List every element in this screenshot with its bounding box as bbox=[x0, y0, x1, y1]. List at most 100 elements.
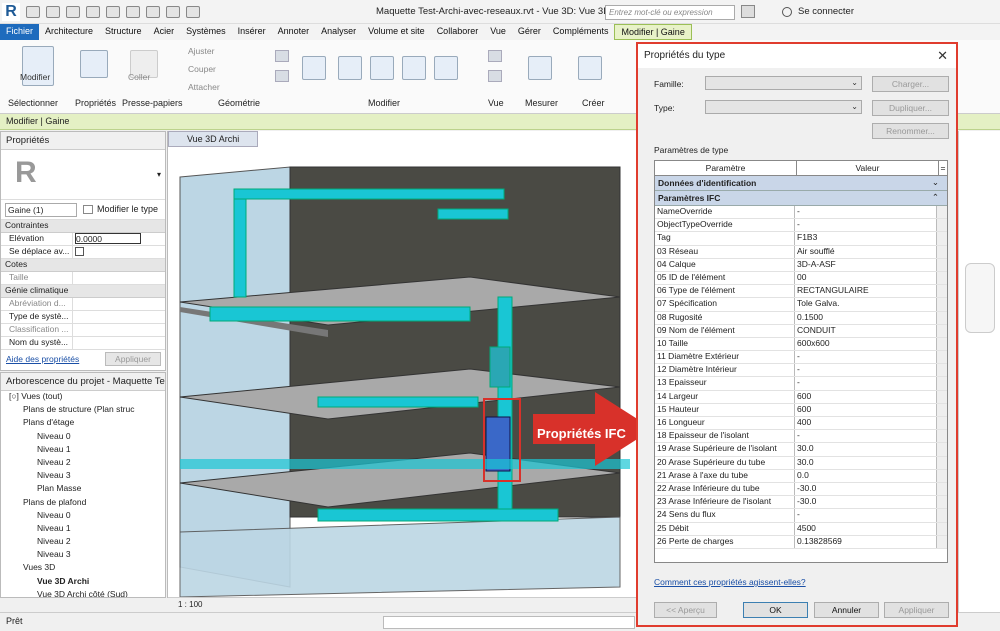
tab-acier[interactable]: Acier bbox=[148, 24, 181, 40]
measure-tool-icon[interactable] bbox=[528, 56, 552, 80]
preview-button[interactable]: << Aperçu bbox=[654, 602, 717, 618]
tree-item[interactable]: Niveau 0 bbox=[1, 431, 165, 444]
tree-item[interactable]: Niveau 1 bbox=[1, 444, 165, 457]
open-icon[interactable] bbox=[26, 5, 40, 18]
param-formula-cell[interactable] bbox=[937, 311, 947, 324]
param-value[interactable]: 400 bbox=[795, 417, 937, 430]
param-formula-cell[interactable] bbox=[937, 390, 947, 403]
param-formula-cell[interactable] bbox=[937, 456, 947, 469]
steering-wheel-icon[interactable] bbox=[965, 263, 995, 333]
tab-collaborer[interactable]: Collaborer bbox=[431, 24, 485, 40]
prop-value[interactable] bbox=[73, 246, 165, 258]
dupliquer-button[interactable]: Dupliquer... bbox=[872, 100, 949, 116]
type-select[interactable]: ⌄ bbox=[705, 100, 862, 114]
prop-row[interactable]: Classification ... bbox=[1, 324, 165, 337]
create-group-icon[interactable] bbox=[578, 56, 602, 80]
param-formula-cell[interactable] bbox=[937, 298, 947, 311]
table-row[interactable]: 14 Largeur 600 bbox=[655, 390, 947, 404]
table-row[interactable]: 08 Rugosité 0.1500 bbox=[655, 311, 947, 325]
param-value[interactable]: 30.0 bbox=[795, 456, 937, 469]
table-row[interactable]: 26 Perte de charges 0.13828569 bbox=[655, 535, 947, 549]
view-tab[interactable]: Vue 3D Archi bbox=[168, 131, 258, 147]
tree-item[interactable]: Niveau 3 bbox=[1, 549, 165, 562]
modify-type-button[interactable]: Modifier le type bbox=[97, 204, 158, 214]
param-formula-cell[interactable] bbox=[937, 324, 947, 337]
tree-item[interactable]: Plans de plafond bbox=[1, 497, 165, 510]
prop-row[interactable]: Se déplace av... bbox=[1, 246, 165, 259]
tab-inserer[interactable]: Insérer bbox=[232, 24, 272, 40]
table-row[interactable]: 18 Epaisseur de l'isolant - bbox=[655, 430, 947, 444]
param-value[interactable]: Air soufflé bbox=[795, 245, 937, 258]
text-icon[interactable] bbox=[166, 5, 180, 18]
hide-icon[interactable] bbox=[488, 50, 502, 62]
tab-complements[interactable]: Compléments bbox=[547, 24, 615, 40]
tab-fichier[interactable]: Fichier bbox=[0, 24, 40, 40]
prop-group-cotes[interactable]: Cotes bbox=[1, 259, 165, 272]
param-formula-cell[interactable] bbox=[937, 509, 947, 522]
table-row[interactable]: Tag F1B3 bbox=[655, 232, 947, 246]
tree-item[interactable]: Plan Masse bbox=[1, 483, 165, 496]
table-row[interactable]: ObjectTypeOverride - bbox=[655, 219, 947, 233]
table-row[interactable]: 15 Hauteur 600 bbox=[655, 403, 947, 417]
param-formula-cell[interactable] bbox=[937, 496, 947, 509]
group-ifc[interactable]: Paramètres IFC ⌃ bbox=[655, 191, 947, 206]
param-value[interactable]: F1B3 bbox=[795, 232, 937, 245]
group-identification[interactable]: Données d'identification ⌄ bbox=[655, 176, 947, 191]
tab-volume-site[interactable]: Volume et site bbox=[362, 24, 431, 40]
param-value[interactable]: RECTANGULAIRE bbox=[795, 285, 937, 298]
prop-row[interactable]: Nom du systè... bbox=[1, 337, 165, 350]
param-formula-cell[interactable] bbox=[937, 377, 947, 390]
tree-item[interactable]: Plans de structure (Plan struc bbox=[1, 404, 165, 417]
join-geometry-icon[interactable] bbox=[275, 70, 289, 82]
param-formula-cell[interactable] bbox=[937, 403, 947, 416]
param-formula-cell[interactable] bbox=[937, 232, 947, 245]
param-value[interactable]: 0.13828569 bbox=[795, 535, 937, 548]
param-value[interactable]: -30.0 bbox=[795, 496, 937, 509]
table-row[interactable]: 23 Arase Inférieure de l'isolant -30.0 bbox=[655, 496, 947, 510]
prop-group-contraintes[interactable]: Contraintes bbox=[1, 220, 165, 233]
param-value[interactable]: - bbox=[795, 377, 937, 390]
properties-icon[interactable] bbox=[80, 50, 108, 78]
param-value[interactable]: -30.0 bbox=[795, 482, 937, 496]
param-formula-cell[interactable] bbox=[937, 258, 947, 271]
table-row[interactable]: 19 Arase Supérieure de l'isolant 30.0 bbox=[655, 443, 947, 457]
tab-gerer[interactable]: Gérer bbox=[512, 24, 547, 40]
ajuster-button[interactable]: Ajuster bbox=[188, 46, 214, 56]
tree-item[interactable]: Niveau 0 bbox=[1, 510, 165, 523]
apply-button[interactable]: Appliquer bbox=[884, 602, 949, 618]
redo-icon[interactable] bbox=[106, 5, 120, 18]
table-row[interactable]: NameOverride - bbox=[655, 206, 947, 220]
param-value[interactable]: - bbox=[795, 364, 937, 377]
param-value[interactable]: CONDUIT bbox=[795, 324, 937, 337]
prop-group-genie-climatique[interactable]: Génie climatique bbox=[1, 285, 165, 298]
view-3d-canvas[interactable]: Vue 3D Archi 1 : 100 bbox=[167, 131, 638, 611]
param-formula-cell[interactable] bbox=[937, 206, 947, 219]
param-value[interactable]: 0.1500 bbox=[795, 311, 937, 324]
prop-row[interactable]: Elévation 0.0000 bbox=[1, 233, 165, 246]
view-scale[interactable]: 1 : 100 bbox=[178, 600, 202, 609]
view-3d-icon[interactable] bbox=[186, 5, 200, 18]
type-dropdown-arrow-icon[interactable]: ▾ bbox=[157, 170, 161, 179]
param-formula-cell[interactable] bbox=[937, 285, 947, 298]
param-value[interactable]: - bbox=[795, 351, 937, 364]
properties-apply-button[interactable]: Appliquer bbox=[105, 352, 161, 366]
building-3d-model[interactable] bbox=[168, 147, 638, 597]
array-icon[interactable] bbox=[434, 56, 458, 80]
param-value[interactable]: 3D-A-ASF bbox=[795, 258, 937, 271]
tree-item[interactable]: Plans d'étage bbox=[1, 417, 165, 430]
sign-in-button[interactable]: Se connecter bbox=[798, 6, 854, 17]
save-icon[interactable] bbox=[46, 5, 60, 18]
param-formula-cell[interactable] bbox=[937, 482, 947, 496]
cancel-button[interactable]: Annuler bbox=[814, 602, 879, 618]
prop-value[interactable]: 0.0000 bbox=[73, 233, 165, 245]
binoculars-icon[interactable] bbox=[741, 5, 755, 18]
couper-button[interactable]: Couper bbox=[188, 64, 216, 74]
famille-select[interactable]: ⌄ bbox=[705, 76, 862, 90]
table-row[interactable]: 06 Type de l'élément RECTANGULAIRE bbox=[655, 285, 947, 299]
param-value[interactable]: Tole Galva. bbox=[795, 298, 937, 311]
mirror-icon[interactable] bbox=[402, 56, 426, 80]
close-icon[interactable]: ✕ bbox=[937, 48, 948, 64]
table-row[interactable]: 05 ID de l'élément 00 bbox=[655, 271, 947, 286]
param-formula-cell[interactable] bbox=[937, 351, 947, 364]
param-value[interactable]: 600 bbox=[795, 390, 937, 403]
